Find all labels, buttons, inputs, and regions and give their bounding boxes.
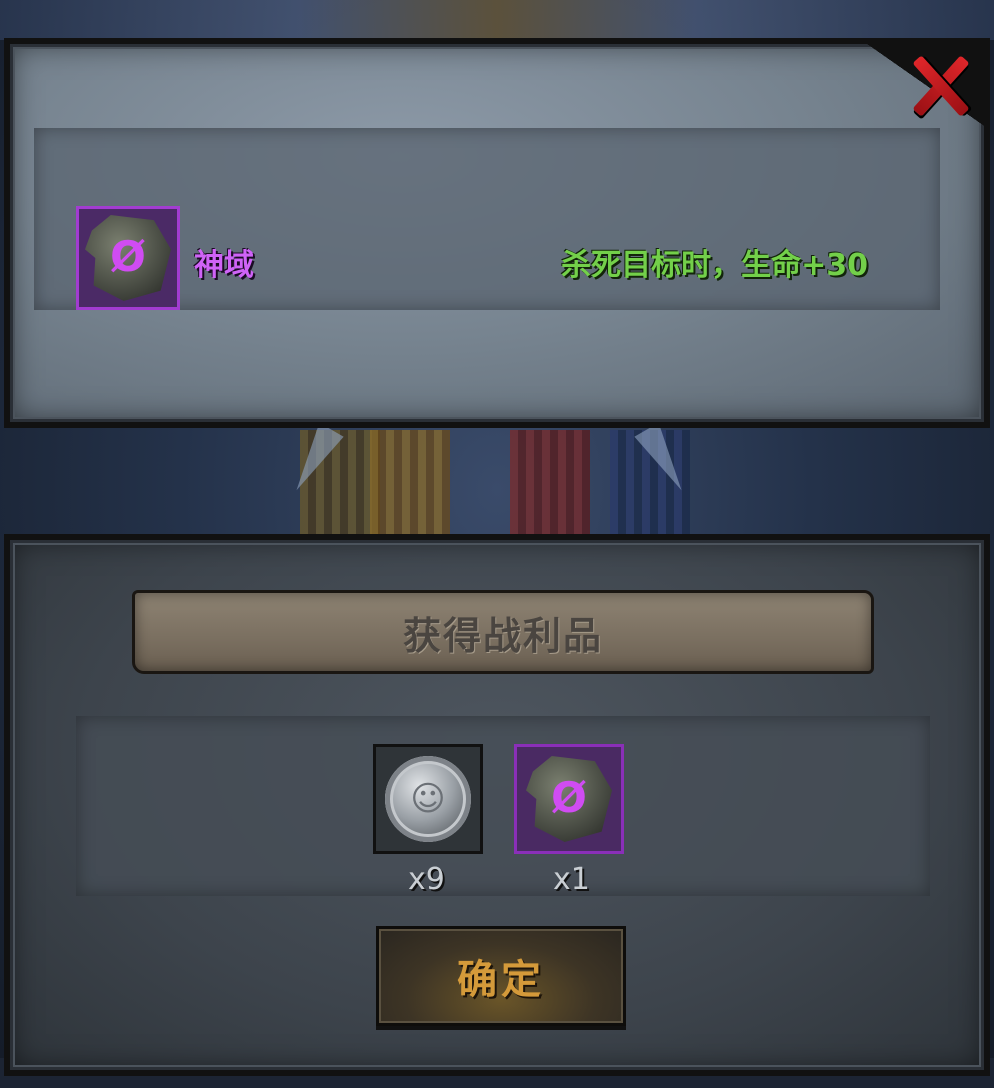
rune-stone-icon: Ø xyxy=(85,215,171,301)
loot-title-banner: 获得战利品 xyxy=(132,590,874,674)
background-top-banner xyxy=(0,0,994,40)
background-banner xyxy=(370,430,450,540)
rune-glyph: Ø xyxy=(110,232,146,281)
reward-slot-rune[interactable]: Ø xyxy=(514,744,624,854)
background-banner xyxy=(510,430,590,540)
item-effect-text: 杀死目标时，生命+30 xyxy=(561,248,868,283)
silver-coin-icon: ☺ xyxy=(385,756,471,842)
loot-title: 获得战利品 xyxy=(402,613,603,658)
rune-glyph: Ø xyxy=(551,773,587,822)
loot-strip xyxy=(76,716,930,896)
reward-slot-coin[interactable]: ☺ xyxy=(373,744,483,854)
item-name: 神域 xyxy=(194,248,254,283)
close-icon[interactable] xyxy=(904,48,978,122)
confirm-label: 确定 xyxy=(457,957,545,1003)
confirm-button[interactable]: 确定 xyxy=(376,926,626,1026)
rune-stone-icon: Ø xyxy=(526,756,612,842)
reward-quantity: x9 xyxy=(408,862,445,897)
item-slot[interactable]: Ø xyxy=(76,206,180,310)
loot-panel: 获得战利品 ☺ Ø x9 x1 确定 xyxy=(4,534,990,1076)
coin-glyph: ☺ xyxy=(410,779,446,819)
reward-quantity: x1 xyxy=(553,862,590,897)
